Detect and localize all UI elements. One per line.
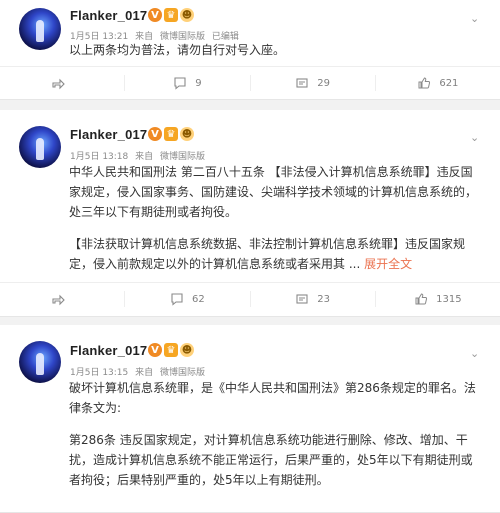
username[interactable]: Flanker_017 xyxy=(70,343,147,358)
post-source: 微博国际版 xyxy=(160,368,206,378)
post-meta: 1月5日 13:15 来自 微博国际版 xyxy=(70,365,209,378)
emoji-badge-icon: ☻ xyxy=(180,127,194,141)
post-text: 破坏计算机信息系统罪，是《中华人民共和国刑法》第286条规定的罪名。法律条文为:… xyxy=(69,378,482,490)
post-card: Flanker_017 V ♛ ☻ ⌄ 1月5日 13:15 来自 微博国际版 … xyxy=(0,325,500,513)
post-paragraph: 中华人民共和国刑法 第二百八十五条 【非法侵入计算机信息系统罪】违反国家规定，侵… xyxy=(69,165,478,219)
share-icon xyxy=(52,78,65,90)
comment-icon xyxy=(174,77,186,90)
chevron-down-icon[interactable]: ⌄ xyxy=(470,12,480,25)
emoji-badge-icon: ☻ xyxy=(180,8,194,22)
share-button[interactable] xyxy=(0,292,124,306)
user-badges: V ♛ ☻ xyxy=(148,8,194,22)
action-bar: 62 23 1315 xyxy=(0,282,500,315)
post-paragraph: 第286条 违反国家规定，对计算机信息系统功能进行删除、修改、增加、干扰，造成计… xyxy=(69,433,473,487)
share-button[interactable] xyxy=(0,76,124,90)
comment-icon xyxy=(171,293,183,306)
post-paragraph: 破坏计算机信息系统罪，是《中华人民共和国刑法》第286条规定的罪名。法律条文为: xyxy=(69,381,476,415)
post-paragraph: 【非法获取计算机信息系统数据、非法控制计算机信息系统罪】违反国家规定，侵入前款规… xyxy=(69,234,482,274)
user-badges: V ♛ ☻ xyxy=(148,127,194,141)
chevron-down-icon[interactable]: ⌄ xyxy=(470,131,480,144)
comment-button[interactable]: 9 xyxy=(124,75,249,91)
comment-button[interactable]: 62 xyxy=(124,291,249,307)
avatar[interactable] xyxy=(19,341,61,383)
comment-count: 62 xyxy=(192,293,205,305)
username[interactable]: Flanker_017 xyxy=(70,8,147,23)
like-count: 23 xyxy=(317,293,330,305)
vip-crown-icon: ♛ xyxy=(164,343,178,357)
comment-count: 9 xyxy=(195,77,202,89)
avatar[interactable] xyxy=(19,126,61,168)
like-button[interactable]: 29 xyxy=(249,75,375,91)
repost-icon xyxy=(296,78,308,88)
avatar[interactable] xyxy=(19,8,61,50)
post-meta: 1月5日 13:18 来自 微博国际版 xyxy=(70,149,209,162)
emoji-badge-icon: ☻ xyxy=(180,343,194,357)
post-time[interactable]: 1月5日 13:15 xyxy=(70,368,128,378)
post-card: Flanker_017 V ♛ ☻ ⌄ 1月5日 13:21 来自 微博国际版 … xyxy=(0,0,500,100)
thumbs-up-icon xyxy=(418,77,431,89)
post-source: 微博国际版 xyxy=(160,152,206,162)
post-paragraph: 以上两条均为普法，请勿自行对号入座。 xyxy=(69,43,286,57)
source-prefix: 来自 xyxy=(135,152,154,162)
view-count-button[interactable]: 1315 xyxy=(374,291,500,307)
vip-crown-icon: ♛ xyxy=(164,8,178,22)
like-button[interactable]: 23 xyxy=(249,291,375,307)
action-bar: 9 29 621 xyxy=(0,66,500,99)
source-prefix: 来自 xyxy=(135,368,154,378)
post-text: 以上两条均为普法，请勿自行对号入座。 xyxy=(69,40,482,60)
expand-full-text-link[interactable]: 展开全文 xyxy=(364,257,412,271)
thumbs-count: 621 xyxy=(439,77,459,89)
verified-badge-icon: V xyxy=(148,343,162,357)
share-icon xyxy=(52,294,65,306)
post-time[interactable]: 1月5日 13:18 xyxy=(70,152,128,162)
vip-crown-icon: ♛ xyxy=(164,127,178,141)
post-card: Flanker_017 V ♛ ☻ ⌄ 1月5日 13:18 来自 微博国际版 … xyxy=(0,110,500,317)
verified-badge-icon: V xyxy=(148,8,162,22)
verified-badge-icon: V xyxy=(148,127,162,141)
view-count-button[interactable]: 621 xyxy=(374,75,500,91)
user-badges: V ♛ ☻ xyxy=(148,343,194,357)
like-count: 29 xyxy=(317,77,330,89)
thumbs-count: 1315 xyxy=(436,293,462,305)
chevron-down-icon[interactable]: ⌄ xyxy=(470,347,480,360)
post-text: 中华人民共和国刑法 第二百八十五条 【非法侵入计算机信息系统罪】违反国家规定，侵… xyxy=(69,162,482,274)
repost-icon xyxy=(296,294,308,304)
username[interactable]: Flanker_017 xyxy=(70,127,147,142)
thumbs-up-icon xyxy=(415,293,428,305)
